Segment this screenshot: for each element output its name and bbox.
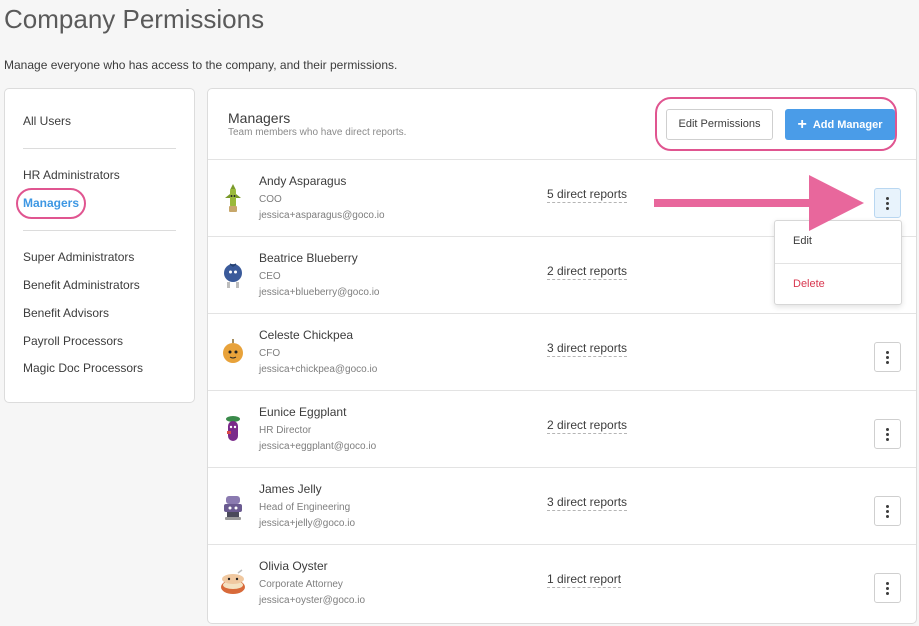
- manager-name: Andy Asparagus: [259, 174, 347, 188]
- pointer-arrow-icon: [654, 175, 864, 231]
- edit-menu-item[interactable]: Edit: [793, 235, 812, 247]
- manager-name: Beatrice Blueberry: [259, 251, 358, 265]
- asparagus-avatar-icon: [225, 184, 241, 212]
- direct-reports-link[interactable]: 2 direct reports: [547, 418, 628, 434]
- delete-menu-item[interactable]: Delete: [793, 278, 825, 290]
- manager-email: jessica+chickpea@goco.io: [259, 364, 378, 375]
- sidebar-item-benefit-advisors[interactable]: Benefit Advisors: [23, 306, 109, 320]
- sidebar-item-super-administrators[interactable]: Super Administrators: [23, 250, 134, 264]
- direct-reports-link[interactable]: 5 direct reports: [547, 187, 628, 203]
- direct-reports-link[interactable]: 1 direct report: [547, 572, 622, 588]
- oyster-avatar-icon: [221, 569, 245, 594]
- page-subtitle: Manage everyone who has access to the co…: [4, 58, 398, 72]
- kebab-icon: [886, 196, 889, 210]
- direct-reports-link[interactable]: 3 direct reports: [547, 341, 628, 357]
- manager-row: Celeste Chickpea CFO jessica+chickpea@go…: [208, 314, 916, 391]
- manager-row: Eunice Eggplant HR Director jessica+eggp…: [208, 391, 916, 468]
- managers-panel: Managers Team members who have direct re…: [207, 88, 917, 624]
- manager-email: jessica+asparagus@goco.io: [259, 210, 385, 221]
- plus-icon: +: [797, 115, 807, 133]
- manager-email: jessica+blueberry@goco.io: [259, 287, 380, 298]
- manager-name: Olivia Oyster: [259, 559, 328, 573]
- manager-email: jessica+oyster@goco.io: [259, 595, 366, 606]
- sidebar-divider: [23, 148, 176, 149]
- manager-row: Olivia Oyster Corporate Attorney jessica…: [208, 545, 916, 622]
- sidebar-item-managers[interactable]: Managers: [23, 196, 79, 210]
- manager-name: James Jelly: [259, 482, 322, 496]
- row-menu-button[interactable]: [874, 342, 901, 372]
- kebab-icon: [886, 504, 889, 518]
- manager-role: COO: [259, 194, 282, 205]
- sidebar-item-magic-doc-processors[interactable]: Magic Doc Processors: [23, 361, 143, 375]
- sidebar-item-all-users[interactable]: All Users: [23, 114, 71, 128]
- sidebar-item-payroll-processors[interactable]: Payroll Processors: [23, 334, 123, 348]
- eggplant-avatar-icon: [226, 416, 240, 441]
- add-manager-button[interactable]: + Add Manager: [785, 109, 895, 140]
- page-title: Company Permissions: [4, 4, 265, 34]
- row-menu-button[interactable]: [874, 573, 901, 603]
- manager-role: Corporate Attorney: [259, 579, 343, 590]
- sidebar-divider: [23, 230, 176, 231]
- manager-email: jessica+jelly@goco.io: [259, 518, 356, 529]
- manager-row: James Jelly Head of Engineering jessica+…: [208, 468, 916, 545]
- permissions-sidebar: All Users HR Administrators Managers Sup…: [4, 88, 195, 403]
- direct-reports-link[interactable]: 3 direct reports: [547, 495, 628, 511]
- manager-role: CFO: [259, 348, 281, 359]
- row-menu-button[interactable]: [874, 496, 901, 526]
- manager-name: Celeste Chickpea: [259, 328, 354, 342]
- manager-name: Eunice Eggplant: [259, 405, 347, 419]
- chickpea-avatar-icon: [223, 339, 243, 363]
- sidebar-item-benefit-administrators[interactable]: Benefit Administrators: [23, 278, 140, 292]
- kebab-icon: [886, 350, 889, 364]
- kebab-icon: [886, 427, 889, 441]
- direct-reports-link[interactable]: 2 direct reports: [547, 264, 628, 280]
- blueberry-avatar-icon: [224, 263, 242, 288]
- row-actions-dropdown: Edit Delete: [774, 220, 902, 305]
- kebab-icon: [886, 581, 889, 595]
- panel-header: Managers Team members who have direct re…: [208, 89, 916, 160]
- manager-role: Head of Engineering: [259, 502, 351, 513]
- manager-email: jessica+eggplant@goco.io: [259, 441, 377, 452]
- row-menu-button[interactable]: [874, 188, 901, 218]
- jelly-avatar-icon: [224, 496, 242, 520]
- row-menu-button[interactable]: [874, 419, 901, 449]
- dropdown-divider: [775, 263, 901, 264]
- panel-title: Managers: [228, 110, 291, 126]
- manager-role: CEO: [259, 271, 281, 282]
- manager-role: HR Director: [259, 425, 312, 436]
- edit-permissions-button[interactable]: Edit Permissions: [666, 109, 773, 140]
- sidebar-item-hr-administrators[interactable]: HR Administrators: [23, 168, 120, 182]
- add-manager-label: Add Manager: [812, 118, 883, 131]
- panel-subtitle: Team members who have direct reports.: [228, 127, 407, 138]
